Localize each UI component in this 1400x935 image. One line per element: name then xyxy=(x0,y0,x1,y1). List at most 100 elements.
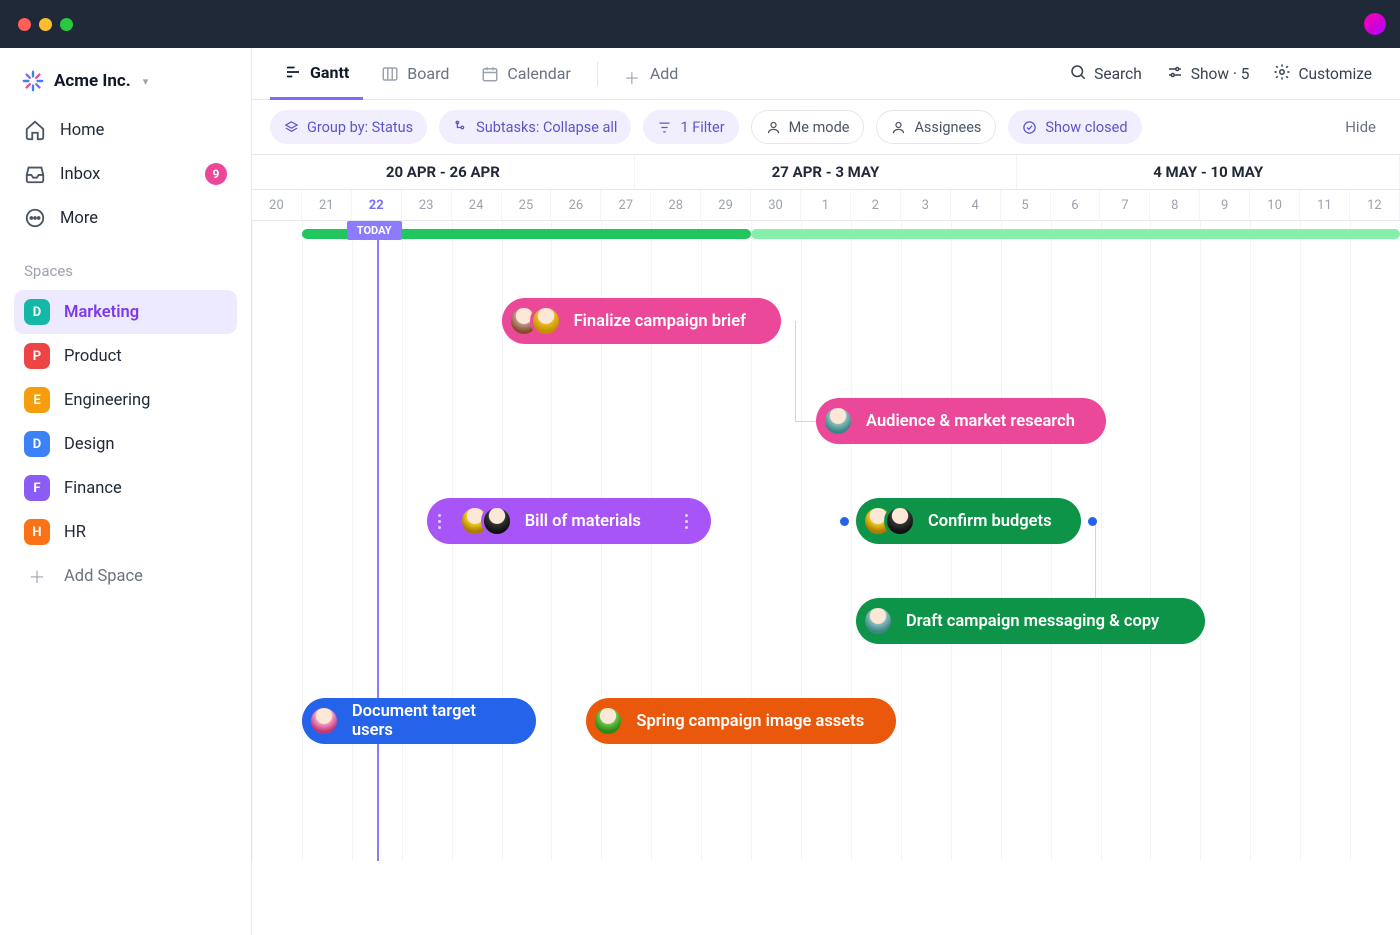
day-header: 3 xyxy=(901,190,951,220)
workspace-name: Acme Inc. xyxy=(54,71,131,91)
assignees-pill[interactable]: Assignees xyxy=(876,110,996,144)
space-item-engineering[interactable]: EEngineering xyxy=(14,378,237,422)
close-window-icon[interactable] xyxy=(18,18,31,31)
view-tab-board[interactable]: Board xyxy=(367,48,463,100)
day-header: 4 xyxy=(951,190,1001,220)
traffic-lights xyxy=(18,18,73,31)
maximize-window-icon[interactable] xyxy=(60,18,73,31)
avatar xyxy=(481,505,513,537)
space-item-marketing[interactable]: DMarketing xyxy=(14,290,237,334)
nav-inbox[interactable]: Inbox 9 xyxy=(14,152,237,196)
workspace-switcher[interactable]: Acme Inc. ▾ xyxy=(14,60,237,108)
space-color-icon: F xyxy=(24,475,50,501)
layers-icon xyxy=(284,120,299,135)
space-label: Design xyxy=(64,435,114,454)
avatar xyxy=(862,605,894,637)
customize-button[interactable]: Customize xyxy=(1263,48,1382,100)
minimize-window-icon[interactable] xyxy=(39,18,52,31)
group-by-pill[interactable]: Group by: Status xyxy=(270,110,427,144)
assignee-avatars xyxy=(822,405,854,437)
avatar xyxy=(884,505,916,537)
gantt-canvas[interactable]: TODAYFinalize campaign briefAudience & m… xyxy=(252,221,1400,861)
task-bar[interactable]: Finalize campaign brief xyxy=(502,298,782,344)
pill-label: Me mode xyxy=(789,119,850,136)
task-label: Finalize campaign brief xyxy=(574,312,746,331)
gantt-chart: 20 APR - 26 APR27 APR - 3 MAY4 MAY - 10 … xyxy=(252,154,1400,935)
space-label: HR xyxy=(64,523,86,542)
view-tab-calendar[interactable]: Calendar xyxy=(467,48,584,100)
search-button[interactable]: Search xyxy=(1059,48,1152,100)
task-bar[interactable]: Audience & market research xyxy=(816,398,1105,444)
calendar-icon xyxy=(481,65,499,83)
plus-icon: ＋ xyxy=(624,65,642,83)
day-header: 22 xyxy=(352,190,402,220)
tab-label: Calendar xyxy=(507,64,570,83)
space-color-icon: D xyxy=(24,299,50,325)
day-header: 11 xyxy=(1300,190,1350,220)
inbox-badge: 9 xyxy=(205,163,227,185)
drag-handle-icon[interactable] xyxy=(433,514,447,529)
assignee-avatars xyxy=(592,705,624,737)
show-columns-button[interactable]: Show · 5 xyxy=(1156,48,1260,100)
space-color-icon: P xyxy=(24,343,50,369)
tab-label: Add xyxy=(650,64,678,83)
task-bar[interactable]: Confirm budgets xyxy=(856,498,1081,544)
spaces-section-label: Spaces xyxy=(14,240,237,290)
person-icon xyxy=(766,120,781,135)
drag-handle-icon[interactable] xyxy=(679,514,693,529)
add-view-button[interactable]: ＋ Add xyxy=(610,48,692,100)
more-icon xyxy=(24,207,46,229)
avatar xyxy=(822,405,854,437)
hide-filters-button[interactable]: Hide xyxy=(1339,118,1382,136)
plus-icon: ＋ xyxy=(24,564,50,588)
filter-pill[interactable]: 1 Filter xyxy=(643,110,738,144)
day-header: 1 xyxy=(801,190,851,220)
day-header: 30 xyxy=(751,190,801,220)
nav-more[interactable]: More xyxy=(14,196,237,240)
task-bar[interactable]: Spring campaign image assets xyxy=(586,698,895,744)
space-item-finance[interactable]: FFinance xyxy=(14,466,237,510)
pill-label: Show closed xyxy=(1045,119,1127,136)
add-space-label: Add Space xyxy=(64,567,143,586)
day-header: 25 xyxy=(502,190,552,220)
task-bar[interactable]: Bill of materials xyxy=(427,498,712,544)
space-label: Product xyxy=(64,347,122,366)
space-color-icon: D xyxy=(24,431,50,457)
task-bar[interactable]: Document target users xyxy=(302,698,537,744)
task-label: Document target users xyxy=(352,702,519,740)
assignee-avatars xyxy=(862,605,894,637)
day-header: 29 xyxy=(701,190,751,220)
current-user-avatar[interactable] xyxy=(1364,13,1386,35)
view-tab-gantt[interactable]: Gantt xyxy=(270,48,363,100)
search-icon xyxy=(1069,63,1087,85)
show-closed-pill[interactable]: Show closed xyxy=(1008,110,1141,144)
space-item-hr[interactable]: HHR xyxy=(14,510,237,554)
day-header: 20 xyxy=(252,190,302,220)
sidebar: Acme Inc. ▾ Home Inbox 9 More Spaces DMa… xyxy=(0,48,252,935)
space-item-design[interactable]: D Design xyxy=(14,422,237,466)
task-label: Confirm budgets xyxy=(928,512,1052,531)
board-icon xyxy=(381,65,399,83)
pill-label: Subtasks: Collapse all xyxy=(476,119,617,136)
check-circle-icon xyxy=(1022,120,1037,135)
filter-icon xyxy=(657,120,672,135)
week-header: 27 APR - 3 MAY xyxy=(635,155,1018,189)
nav-home[interactable]: Home xyxy=(14,108,237,152)
me-mode-pill[interactable]: Me mode xyxy=(751,110,865,144)
day-header: 2 xyxy=(851,190,901,220)
window-titlebar xyxy=(0,0,1400,48)
day-header: 9 xyxy=(1200,190,1250,220)
day-header: 6 xyxy=(1051,190,1101,220)
task-bar[interactable]: Draft campaign messaging & copy xyxy=(856,598,1205,644)
nav-label: Inbox xyxy=(60,165,100,184)
pill-label: Assignees xyxy=(914,119,981,136)
subtasks-pill[interactable]: Subtasks: Collapse all xyxy=(439,110,631,144)
day-header: 21 xyxy=(302,190,352,220)
day-header: 28 xyxy=(651,190,701,220)
person-icon xyxy=(891,120,906,135)
space-item-product[interactable]: P Product xyxy=(14,334,237,378)
day-header: 27 xyxy=(601,190,651,220)
pill-label: 1 Filter xyxy=(680,119,724,136)
add-space-button[interactable]: ＋ Add Space xyxy=(14,554,237,598)
view-toolbar: Gantt Board Calendar ＋ Add Search xyxy=(252,48,1400,100)
